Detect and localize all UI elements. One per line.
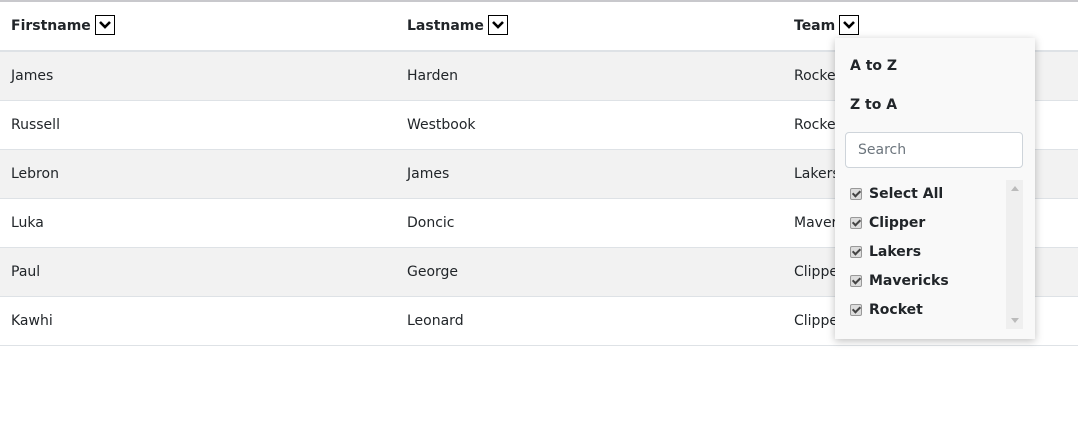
table-cell: Paul [0, 247, 396, 297]
filter-option[interactable]: Mavericks [850, 273, 949, 289]
option-label: Select All [869, 186, 944, 202]
column-label: Firstname [11, 18, 91, 34]
table-cell: Westbook [396, 100, 783, 150]
table-cell: Kawhi [0, 296, 396, 346]
chevron-down-icon [843, 21, 856, 29]
scroll-up-icon[interactable] [1011, 186, 1019, 191]
sort-a-to-z[interactable]: A to Z [850, 58, 897, 74]
table-cell: James [0, 51, 396, 101]
sort-z-to-a[interactable]: Z to A [850, 97, 897, 113]
column-filter-button[interactable] [487, 15, 508, 35]
scrollbar[interactable] [1006, 180, 1023, 329]
option-label: Rocket [869, 302, 923, 318]
column-header-firstname: Firstname [0, 2, 396, 52]
checkbox[interactable] [850, 275, 862, 287]
checkbox[interactable] [850, 246, 862, 258]
team-filter-popup: A to Z Z to A Select All Clipper Lakers Mav… [835, 38, 1035, 339]
filter-option[interactable]: Clipper [850, 215, 925, 231]
table-cell: James [396, 149, 783, 199]
scroll-down-icon[interactable] [1011, 318, 1019, 323]
filter-option[interactable]: Select All [850, 186, 943, 202]
filter-option[interactable]: Lakers [850, 244, 921, 260]
chevron-down-icon [98, 21, 111, 29]
column-label: Team [794, 18, 836, 34]
table-cell: Doncic [396, 198, 783, 248]
column-filter-button[interactable] [94, 15, 115, 35]
option-label: Lakers [869, 244, 922, 260]
filter-option[interactable]: Rocket [850, 302, 923, 318]
table-cell: Leonard [396, 296, 783, 346]
chevron-down-icon [491, 21, 504, 29]
checkbox[interactable] [850, 217, 862, 229]
option-label: Clipper [869, 215, 926, 231]
filter-search-input[interactable] [845, 132, 1023, 168]
filter-options-list: Select All Clipper Lakers Mavericks Rocket [845, 180, 1023, 329]
table-cell: Harden [396, 51, 783, 101]
column-label: Lastname [407, 18, 484, 34]
checkbox[interactable] [850, 188, 862, 200]
column-header-lastname: Lastname [396, 2, 783, 52]
table-cell: Lebron [0, 149, 396, 199]
table-cell: Russell [0, 100, 396, 150]
column-filter-button[interactable] [839, 15, 860, 35]
option-label: Mavericks [869, 273, 949, 289]
checkbox[interactable] [850, 304, 862, 316]
table-cell: George [396, 247, 783, 297]
table-cell: Luka [0, 198, 396, 248]
